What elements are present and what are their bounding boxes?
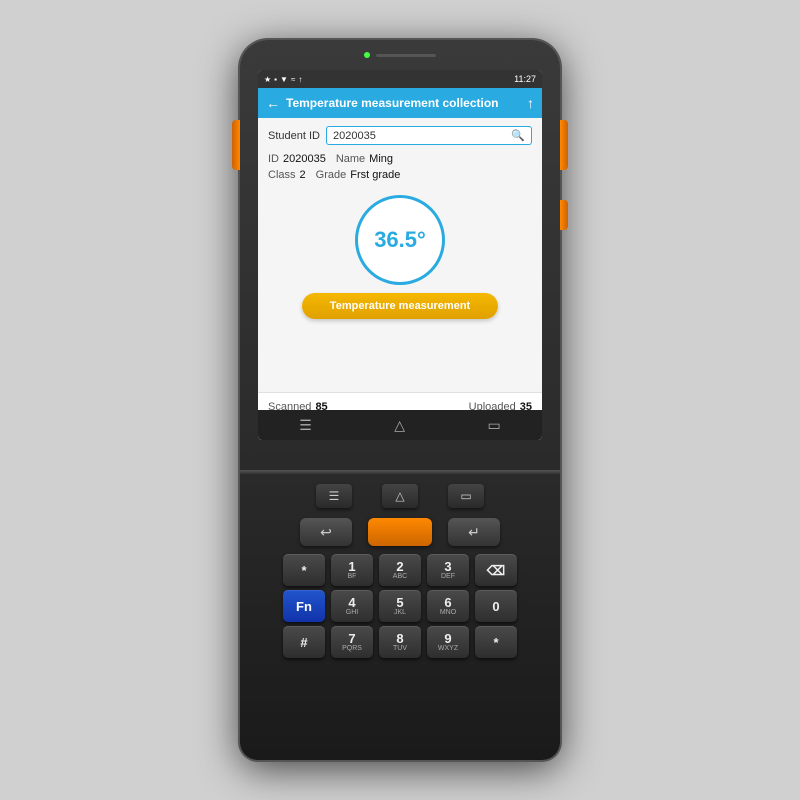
id-label: ID [268, 153, 279, 165]
nav-recent-icon[interactable]: ▭ [488, 417, 501, 434]
kb-nav-recent[interactable]: ▭ [448, 484, 484, 508]
status-bar: ★ ▪ ▼ ≈ ↑ 11:27 [258, 70, 542, 88]
grade-pair: Grade Frst grade [316, 169, 401, 181]
kb-key-9[interactable]: 9WXYZ [427, 626, 469, 658]
app-bar: ← Temperature measurement collection ↑ [258, 88, 542, 118]
kb-key-6[interactable]: 6MNO [427, 590, 469, 622]
info-row-2: Class 2 Grade Frst grade [268, 169, 532, 181]
upload-button[interactable]: ↑ [527, 95, 534, 111]
device: ★ ▪ ▼ ≈ ↑ 11:27 ← Temperature measuremen… [240, 40, 560, 760]
kb-key-asterisk[interactable]: * [475, 626, 517, 658]
nav-home-icon[interactable]: △ [394, 417, 405, 434]
student-id-row: Student ID 2020035 🔍 [268, 126, 532, 145]
status-icon-upload: ↑ [298, 75, 302, 84]
status-time: 11:27 [514, 74, 536, 84]
kb-nav-home[interactable]: △ [382, 484, 418, 508]
status-icon-signal: ≈ [291, 75, 295, 84]
kb-key-4[interactable]: 4GHI [331, 590, 373, 622]
keyboard: ☰ △ ▭ ↩ ↵ * 1BF [240, 474, 560, 760]
name-label: Name [336, 153, 365, 165]
kb-key-2[interactable]: 2ABC [379, 554, 421, 586]
screen: ★ ▪ ▼ ≈ ↑ 11:27 ← Temperature measuremen… [258, 70, 542, 440]
status-icons-left: ★ ▪ ▼ ≈ ↑ [264, 75, 302, 84]
student-id-value: 2020035 [333, 130, 376, 142]
kb-key-3[interactable]: 3DEF [427, 554, 469, 586]
side-button-right-top[interactable] [560, 120, 568, 170]
kb-enter-button[interactable]: ↵ [448, 518, 500, 546]
class-pair: Class 2 [268, 169, 306, 181]
kb-key-0[interactable]: 0 [475, 590, 517, 622]
kb-key-8[interactable]: 8TUV [379, 626, 421, 658]
measure-button-wrapper: Temperature measurement [268, 293, 532, 319]
nav-bar: ☰ △ ▭ [258, 410, 542, 440]
class-value: 2 [300, 169, 306, 181]
kb-key-fn[interactable]: Fn [283, 590, 325, 622]
kb-num-grid: * 1BF 2ABC 3DEF ⌫ [240, 550, 560, 662]
student-id-input[interactable]: 2020035 🔍 [326, 126, 532, 145]
kb-row-3: # 7PQRS 8TUV 9WXYZ * [254, 626, 546, 658]
status-icon-wifi: ▼ [280, 75, 288, 84]
app-title: Temperature measurement collection [286, 96, 527, 110]
kb-nav-row: ☰ △ ▭ [240, 474, 560, 514]
name-pair: Name Ming [336, 153, 393, 165]
student-id-label: Student ID [268, 130, 320, 142]
kb-orange-button[interactable] [368, 518, 432, 546]
kb-key-7[interactable]: 7PQRS [331, 626, 373, 658]
kb-key-star[interactable]: * [283, 554, 325, 586]
kb-key-backspace[interactable]: ⌫ [475, 554, 517, 586]
search-icon[interactable]: 🔍 [511, 129, 525, 142]
kb-key-5[interactable]: 5JKL [379, 590, 421, 622]
status-icon-battery: ▪ [274, 75, 277, 84]
kb-action-row: ↩ ↵ [240, 514, 560, 550]
indicator-dot [364, 52, 370, 58]
measure-button[interactable]: Temperature measurement [302, 293, 498, 319]
temperature-value: 36.5° [374, 227, 426, 253]
class-label: Class [268, 169, 296, 181]
temperature-circle: 36.5° [355, 195, 445, 285]
temperature-display: 36.5° [268, 195, 532, 285]
screen-main: Student ID 2020035 🔍 ID 2020035 [258, 118, 542, 392]
kb-key-1[interactable]: 1BF [331, 554, 373, 586]
id-value: 2020035 [283, 153, 326, 165]
speaker [376, 54, 436, 57]
name-value: Ming [369, 153, 393, 165]
status-icon-bt: ★ [264, 75, 271, 84]
kb-key-hash[interactable]: # [283, 626, 325, 658]
id-pair: ID 2020035 [268, 153, 326, 165]
side-button-right-bottom[interactable] [560, 200, 568, 230]
device-top: ★ ▪ ▼ ≈ ↑ 11:27 ← Temperature measuremen… [240, 40, 560, 470]
nav-back-icon[interactable]: ☰ [299, 417, 312, 434]
top-bar [364, 52, 436, 58]
kb-back-button[interactable]: ↩ [300, 518, 352, 546]
side-button-left[interactable] [232, 120, 240, 170]
info-row-1: ID 2020035 Name Ming [268, 153, 532, 165]
kb-row-1: * 1BF 2ABC 3DEF ⌫ [254, 554, 546, 586]
kb-row-2: Fn 4GHI 5JKL 6MNO 0 [254, 590, 546, 622]
grade-label: Grade [316, 169, 347, 181]
grade-value: Frst grade [350, 169, 400, 181]
kb-nav-back[interactable]: ☰ [316, 484, 352, 508]
back-button[interactable]: ← [266, 95, 280, 111]
device-body: ★ ▪ ▼ ≈ ↑ 11:27 ← Temperature measuremen… [240, 40, 560, 760]
